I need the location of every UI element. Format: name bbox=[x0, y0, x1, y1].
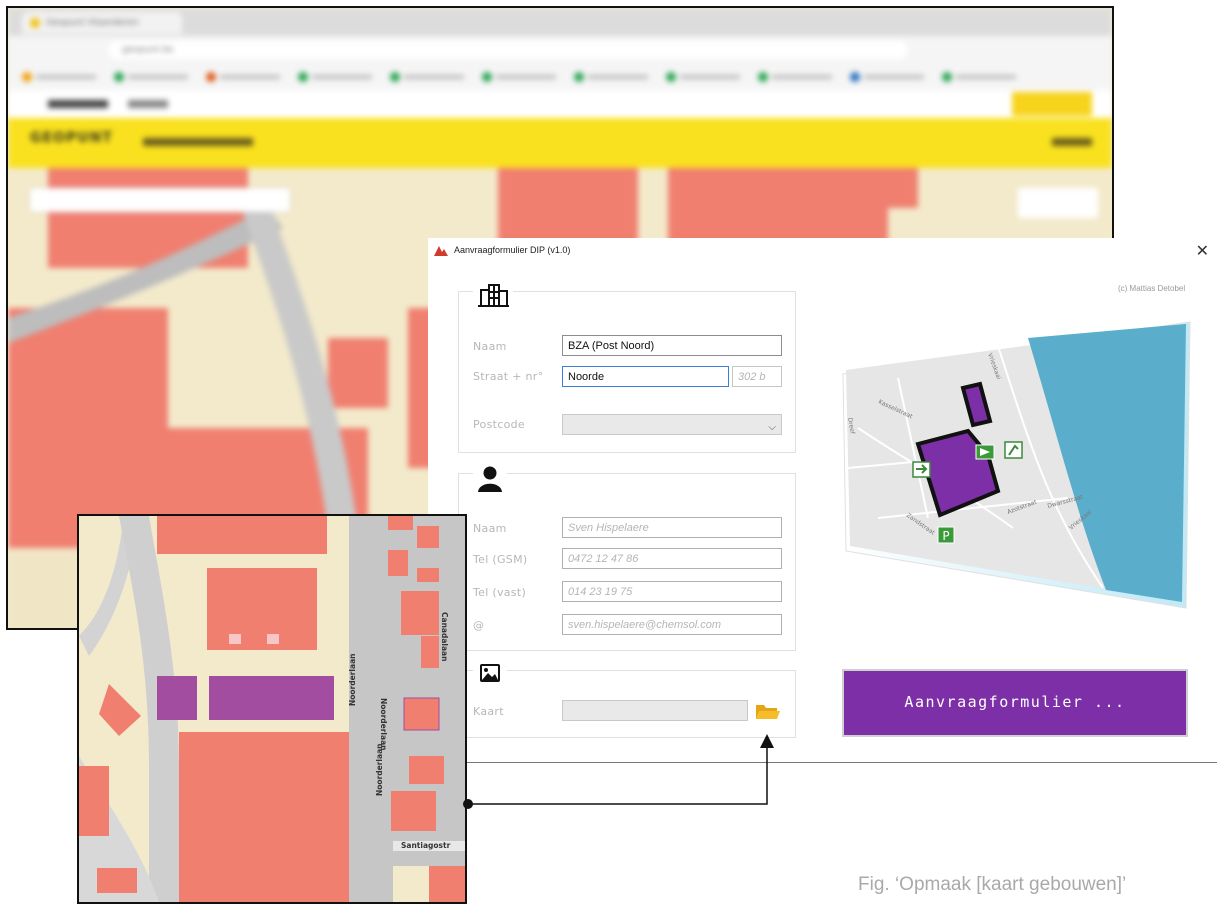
subbar-item[interactable] bbox=[48, 100, 108, 108]
kaart-label: Kaart bbox=[473, 705, 504, 718]
kaart-input[interactable] bbox=[562, 700, 748, 721]
map-preview-image: P Vrieskaai Kasselstraat Azotstraat Dwar… bbox=[842, 321, 1191, 609]
bookmark-item[interactable] bbox=[114, 72, 194, 82]
building-icon bbox=[473, 282, 513, 310]
site-menu[interactable] bbox=[1052, 138, 1092, 146]
email-input[interactable] bbox=[562, 614, 782, 635]
map-search-input[interactable] bbox=[30, 188, 290, 212]
person-icon bbox=[473, 464, 507, 494]
fixed-phone-input[interactable] bbox=[562, 581, 782, 602]
email-label: @ bbox=[473, 619, 485, 632]
submit-aanvraagformulier-button[interactable]: Aanvraagformulier ... bbox=[842, 669, 1188, 737]
dialog-titlebar: Aanvraagformulier DIP (v1.0) ✕ bbox=[428, 238, 1217, 264]
inset-street-label: Santiagostr bbox=[401, 841, 451, 850]
bookmark-item[interactable] bbox=[22, 72, 102, 82]
bookmark-item[interactable] bbox=[482, 72, 562, 82]
subbar-button[interactable] bbox=[1012, 92, 1092, 116]
street-label: Straat + nr° bbox=[473, 370, 544, 383]
site-subbar bbox=[8, 90, 1112, 118]
inset-street-label: Noorderlaan bbox=[375, 744, 384, 796]
contact-name-label: Naam bbox=[473, 522, 507, 535]
inset-street-label: Noorderlaan bbox=[379, 698, 388, 750]
copyright-text: (c) Mattias Detobel bbox=[1118, 284, 1186, 293]
postcode-label: Postcode bbox=[473, 418, 525, 431]
application-dialog: Aanvraagformulier DIP (v1.0) ✕ (c) Matti… bbox=[428, 238, 1217, 763]
site-logo[interactable]: GEOPUNT bbox=[30, 130, 113, 146]
inset-street-label: Canadalaan bbox=[440, 612, 449, 661]
site-breadcrumb[interactable] bbox=[143, 138, 253, 146]
bookmark-item[interactable] bbox=[574, 72, 654, 82]
fixed-phone-label: Tel (vast) bbox=[473, 586, 527, 599]
folder-icon[interactable] bbox=[755, 701, 781, 721]
postcode-select[interactable]: ⌵ bbox=[562, 414, 782, 435]
bookmark-item[interactable] bbox=[850, 72, 930, 82]
close-icon[interactable]: ✕ bbox=[1196, 241, 1209, 260]
bookmark-item[interactable] bbox=[390, 72, 470, 82]
browser-tab-strip: Geopunt Vlaanderen bbox=[8, 8, 1112, 36]
inset-street-label: Noorderlaan bbox=[348, 654, 357, 706]
house-number-input[interactable] bbox=[732, 366, 782, 387]
subbar-item[interactable] bbox=[128, 100, 168, 108]
site-header: GEOPUNT bbox=[8, 118, 1112, 168]
gsm-input[interactable] bbox=[562, 548, 782, 569]
building-name-input[interactable] bbox=[562, 335, 782, 356]
browser-address-bar[interactable]: geopunt.be bbox=[108, 41, 908, 59]
browser-tab[interactable]: Geopunt Vlaanderen bbox=[22, 12, 182, 34]
street-input[interactable] bbox=[562, 366, 729, 387]
chevron-down-icon: ⌵ bbox=[768, 422, 776, 433]
image-icon bbox=[473, 660, 507, 686]
gsm-label: Tel (GSM) bbox=[473, 553, 528, 566]
inset-map-drawing: Noorderlaan Noorderlaan Noorderlaan Cana… bbox=[79, 516, 465, 902]
bookmark-item[interactable] bbox=[758, 72, 838, 82]
bookmark-item[interactable] bbox=[206, 72, 286, 82]
building-name-label: Naam bbox=[473, 340, 507, 353]
map-controls[interactable] bbox=[1018, 188, 1098, 218]
parking-sign-label: P bbox=[942, 529, 949, 543]
app-logo-icon bbox=[434, 246, 448, 256]
figure-caption: Fig. ‘Opmaak [kaart gebouwen]’ bbox=[858, 874, 1127, 895]
bookmarks-bar bbox=[8, 64, 1112, 91]
browser-toolbar: geopunt.be bbox=[8, 36, 1112, 64]
contact-name-input[interactable] bbox=[562, 517, 782, 538]
bookmark-item[interactable] bbox=[298, 72, 378, 82]
map-inset: Noorderlaan Noorderlaan Noorderlaan Cana… bbox=[77, 514, 467, 904]
dialog-title: Aanvraagformulier DIP (v1.0) bbox=[454, 245, 571, 255]
bookmark-item[interactable] bbox=[666, 72, 746, 82]
bookmark-item[interactable] bbox=[942, 72, 1022, 82]
